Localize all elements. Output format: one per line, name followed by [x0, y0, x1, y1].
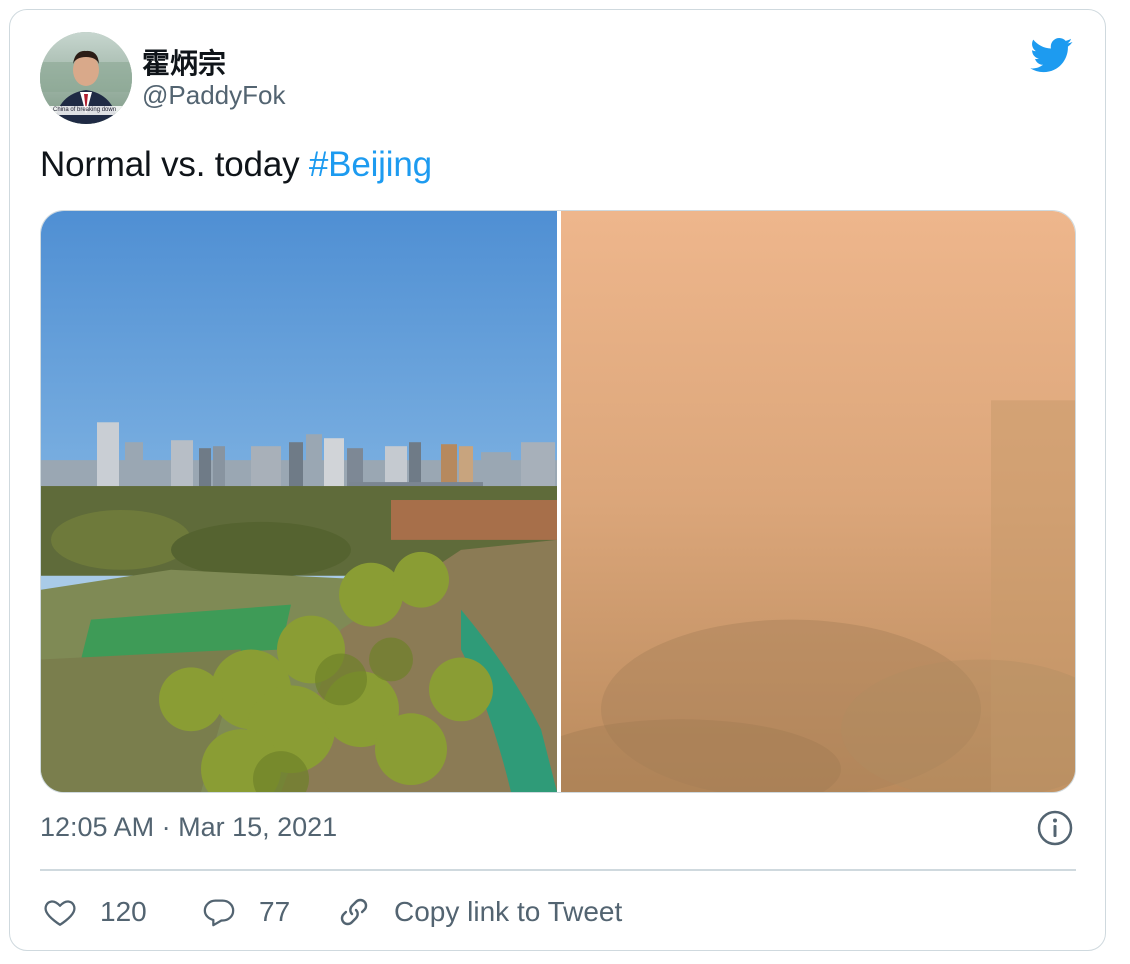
sandstorm-haze-photo[interactable] — [561, 211, 1076, 792]
reply-bubble-icon — [203, 899, 235, 927]
hashtag-link[interactable]: #Beijing — [309, 145, 432, 184]
twitter-bird-icon[interactable] — [1028, 34, 1076, 76]
tweet-timestamp[interactable]: 12:05 AM · Mar 15, 2021 — [40, 812, 337, 843]
heart-icon — [44, 900, 76, 926]
tweet-body: Normal vs. today — [40, 145, 309, 184]
action-divider — [40, 869, 1076, 871]
copy-link-label: Copy link to Tweet — [394, 896, 623, 927]
avatar-caption: China of breaking down — [53, 107, 117, 113]
avatar[interactable]: China of breaking down — [40, 32, 132, 124]
copy-link-button[interactable]: Copy link to Tweet — [336, 890, 622, 934]
tweet-text: Normal vs. today #Beijing — [40, 145, 432, 185]
media-grid — [40, 210, 1076, 793]
author-handle[interactable]: @PaddyFok — [142, 80, 285, 111]
like-button[interactable]: 120 — [42, 890, 147, 934]
reply-count: 77 — [259, 896, 291, 927]
reply-button[interactable]: 77 — [201, 890, 290, 934]
info-icon[interactable] — [1037, 810, 1073, 846]
like-count: 120 — [100, 896, 147, 927]
author-name[interactable]: 霍炳宗 — [142, 42, 226, 82]
link-icon — [340, 898, 368, 926]
clear-sky-city-park-photo[interactable] — [41, 211, 557, 792]
